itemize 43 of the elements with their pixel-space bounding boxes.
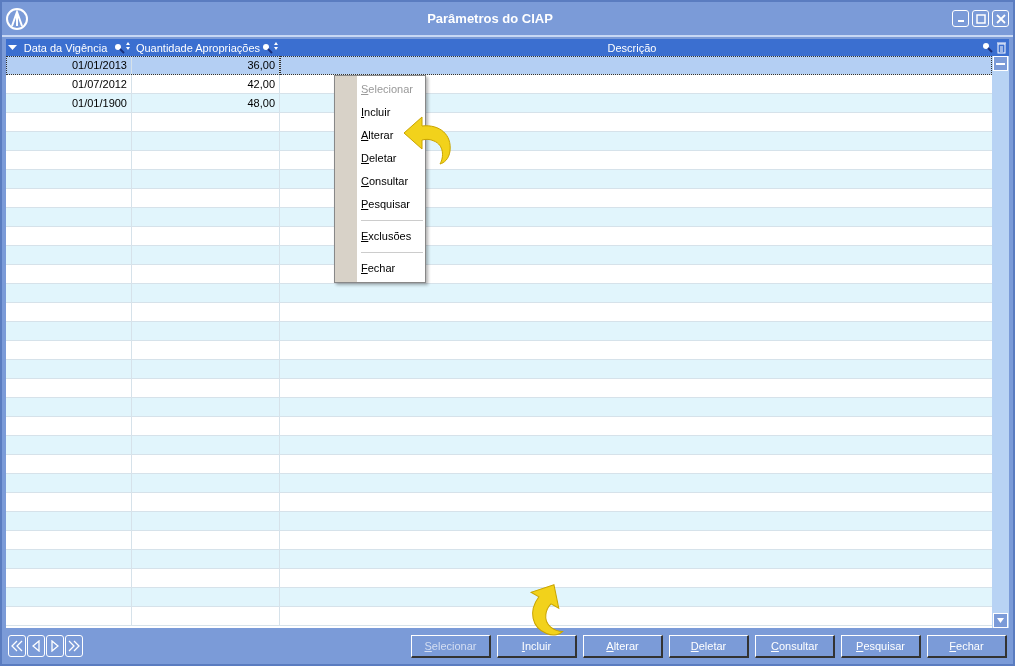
app-logo-icon <box>6 7 28 30</box>
scroll-down-button[interactable] <box>993 613 1008 628</box>
column-header[interactable]: Data da Vigência <box>17 41 114 54</box>
maximize-icon <box>975 13 986 24</box>
menu-item[interactable]: Deletar <box>361 147 397 170</box>
table-row[interactable]: 01/01/1900 48,00 <box>6 94 280 113</box>
left-triangle-icon <box>32 640 40 652</box>
action-button[interactable]: Fechar <box>927 634 1007 658</box>
table-row[interactable]: 01/01/2013 36,00 <box>6 56 280 75</box>
double-right-chevron-icon <box>68 640 80 652</box>
previous-record-button[interactable] <box>27 635 45 657</box>
down-triangle-icon <box>997 618 1004 623</box>
dash-icon <box>996 61 1005 66</box>
curved-arrow-icon <box>402 115 454 165</box>
column-header[interactable]: Quantidade Apropriações <box>134 41 262 54</box>
window-title: Parâmetros do CIAP <box>426 11 554 26</box>
search-sort-icon[interactable] <box>262 41 278 54</box>
last-record-button[interactable] <box>65 635 83 657</box>
maximize-button[interactable] <box>972 10 989 27</box>
search-sort-icon[interactable] <box>114 41 130 54</box>
action-button[interactable]: Incluir <box>497 634 577 658</box>
dropdown-triangle-icon[interactable] <box>8 44 17 51</box>
first-record-button[interactable] <box>8 635 26 657</box>
close-button[interactable] <box>992 10 1009 27</box>
next-record-button[interactable] <box>46 635 64 657</box>
menu-item[interactable]: Exclusões <box>361 225 412 248</box>
close-icon <box>995 13 1006 24</box>
right-triangle-icon <box>51 640 59 652</box>
table-row[interactable]: 01/07/2012 42,00 <box>6 75 280 94</box>
menu-item[interactable]: Incluir <box>361 101 391 124</box>
action-button[interactable]: Pesquisar <box>841 634 921 658</box>
menu-item[interactable]: Consultar <box>361 170 409 193</box>
action-button[interactable]: Consultar <box>755 634 835 658</box>
minimize-button[interactable] <box>952 10 969 27</box>
menu-item[interactable]: Pesquisar <box>361 193 410 216</box>
column-header[interactable]: Descrição <box>282 41 982 54</box>
double-left-chevron-icon <box>11 640 23 652</box>
vertical-scrollbar[interactable] <box>992 56 1009 628</box>
search-icon[interactable] <box>982 42 993 53</box>
action-button[interactable]: Alterar <box>583 634 663 658</box>
menu-item[interactable]: Alterar <box>361 124 394 147</box>
action-button[interactable]: Deletar <box>669 634 749 658</box>
menu-item[interactable]: Fechar <box>361 257 396 280</box>
